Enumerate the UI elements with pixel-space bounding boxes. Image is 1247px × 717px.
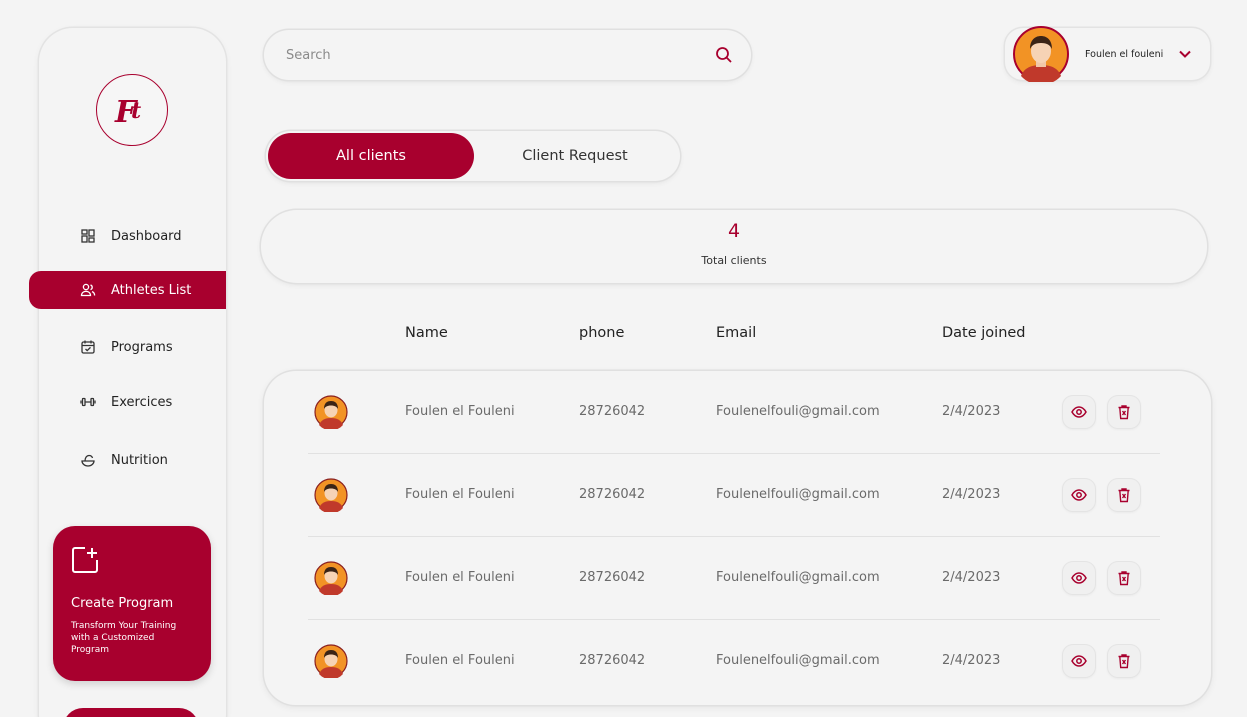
app-logo[interactable]: F t (96, 74, 168, 146)
create-program-title: Create Program (71, 596, 174, 611)
trash-icon (1118, 571, 1130, 586)
search-icon[interactable] (715, 46, 733, 64)
sidebar-item-dashboard[interactable]: Dashboard (39, 217, 226, 255)
add-square-icon (71, 546, 99, 574)
table-row[interactable]: Foulen el Fouleni 28726042 Foulenelfouli… (264, 537, 1211, 620)
sidebar-item-label: Programs (111, 339, 173, 355)
row-date: 2/4/2023 (942, 570, 1001, 585)
row-email: Foulenelfouli@gmail.com (716, 487, 880, 502)
svg-text:t: t (131, 98, 141, 124)
create-program-card[interactable]: Create Program Transform Your Training w… (53, 526, 211, 681)
trash-icon (1118, 488, 1130, 503)
create-program-description: Transform Your Training with a Customize… (71, 621, 177, 655)
row-phone: 28726042 (579, 653, 646, 668)
sidebar-item-athletes-list[interactable]: Athletes List (29, 271, 226, 309)
chevron-down-icon[interactable] (1178, 49, 1192, 59)
table-row[interactable]: Foulen el Fouleni 28726042 Foulenelfouli… (264, 620, 1211, 703)
logo-mark: F t (114, 95, 141, 130)
eye-icon (1071, 655, 1087, 667)
row-phone: 28726042 (579, 404, 646, 419)
avatar (314, 478, 348, 514)
trash-icon (1118, 654, 1130, 669)
row-name: Foulen el Fouleni (405, 570, 515, 585)
total-clients-card: 4 Total clients (261, 210, 1207, 283)
sidebar-item-label: Exercices (111, 394, 173, 410)
avatar (314, 561, 348, 597)
tab-client-request[interactable]: Client Request (472, 133, 678, 179)
delete-button[interactable] (1108, 562, 1140, 594)
sidebar-item-label: Athletes List (111, 282, 192, 298)
view-button[interactable] (1063, 479, 1095, 511)
sidebar-item-programs[interactable]: Programs (39, 328, 226, 366)
sidebar: F t Dashboard Athletes List Programs Exe… (29, 28, 226, 717)
total-clients-count: 4 (727, 220, 741, 242)
row-phone: 28726042 (579, 570, 646, 585)
sidebar-bottom-button[interactable] (63, 708, 199, 717)
row-name: Foulen el Fouleni (405, 404, 515, 419)
sidebar-item-exercices[interactable]: Exercices (39, 383, 226, 421)
total-clients-label: Total clients (701, 254, 767, 267)
row-date: 2/4/2023 (942, 653, 1001, 668)
nutrition-icon (80, 452, 96, 468)
view-button[interactable] (1063, 562, 1095, 594)
row-name: Foulen el Fouleni (405, 487, 515, 502)
row-date: 2/4/2023 (942, 404, 1001, 419)
eye-icon (1071, 489, 1087, 501)
sidebar-item-label: Nutrition (111, 452, 168, 468)
table-row[interactable]: Foulen el Fouleni 28726042 Foulenelfouli… (264, 454, 1211, 537)
trash-icon (1118, 405, 1130, 420)
row-name: Foulen el Fouleni (405, 653, 515, 668)
row-email: Foulenelfouli@gmail.com (716, 404, 880, 419)
view-button[interactable] (1063, 645, 1095, 677)
avatar (314, 395, 348, 431)
search-bar (264, 30, 751, 80)
dumbbell-icon (80, 394, 96, 410)
table-row[interactable]: Foulen el Fouleni 28726042 Foulenelfouli… (264, 371, 1211, 454)
eye-icon (1071, 572, 1087, 584)
row-email: Foulenelfouli@gmail.com (716, 570, 880, 585)
avatar (1013, 26, 1069, 82)
users-icon (80, 282, 96, 298)
profile-name: Foulen el fouleni (1085, 48, 1164, 60)
search-input[interactable] (286, 47, 715, 63)
row-phone: 28726042 (579, 487, 646, 502)
column-header-date-joined: Date joined (942, 325, 1026, 341)
delete-button[interactable] (1108, 396, 1140, 428)
tab-all-clients[interactable]: All clients (268, 133, 474, 179)
client-tabs: All clients Client Request (266, 131, 680, 181)
column-header-email: Email (716, 325, 757, 341)
column-header-phone: phone (579, 325, 625, 341)
avatar (314, 644, 348, 680)
delete-button[interactable] (1108, 645, 1140, 677)
delete-button[interactable] (1108, 479, 1140, 511)
dashboard-icon (80, 228, 96, 244)
view-button[interactable] (1063, 396, 1095, 428)
row-date: 2/4/2023 (942, 487, 1001, 502)
sidebar-item-label: Dashboard (111, 228, 182, 244)
row-email: Foulenelfouli@gmail.com (716, 653, 880, 668)
profile-menu[interactable]: Foulen el fouleni (1005, 26, 1210, 82)
clients-table: Foulen el Fouleni 28726042 Foulenelfouli… (264, 371, 1211, 705)
sidebar-item-nutrition[interactable]: Nutrition (39, 441, 226, 479)
eye-icon (1071, 406, 1087, 418)
column-header-name: Name (405, 325, 448, 341)
calendar-icon (80, 339, 96, 355)
